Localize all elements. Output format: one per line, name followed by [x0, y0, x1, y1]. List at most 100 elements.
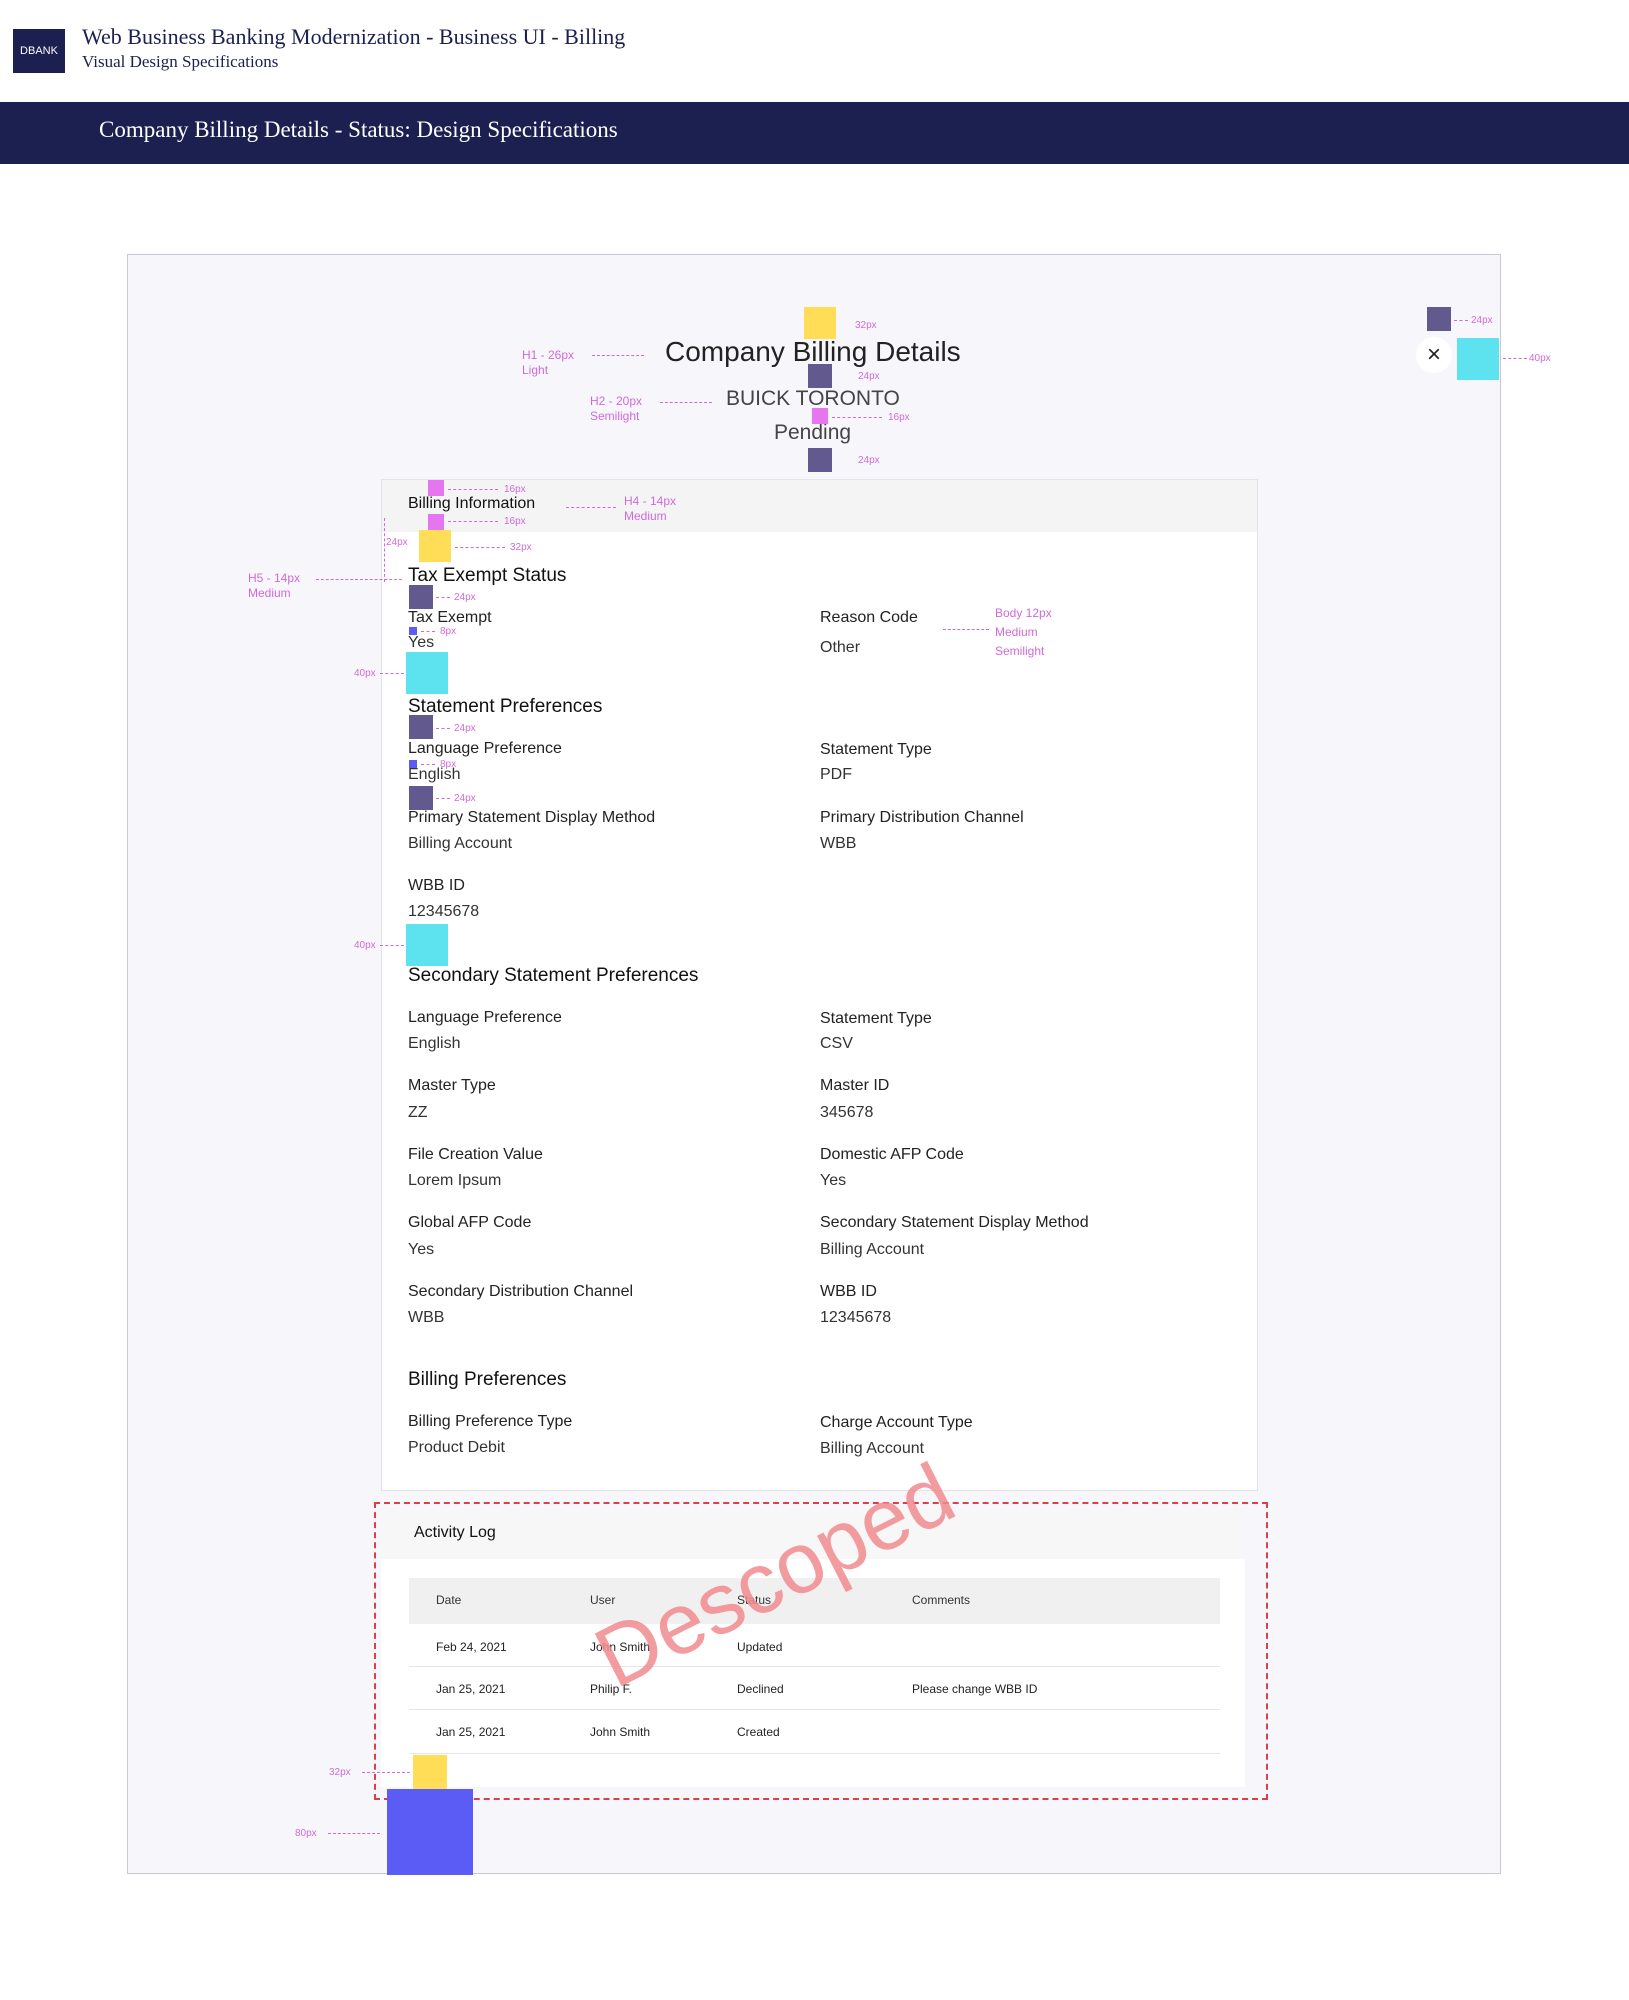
field-label: Domestic AFP Code	[820, 1146, 964, 1163]
spec-leader-line	[436, 728, 450, 729]
body-spec-annotation: Body 12px Medium Semilight	[995, 606, 1052, 659]
spacing-annotation: 32px	[329, 1767, 351, 1778]
spacer-24-block	[808, 448, 832, 472]
spec-leader-line	[421, 764, 435, 765]
field-value: Yes	[408, 1241, 435, 1258]
statement-preferences-heading: Statement Preferences	[408, 696, 603, 717]
field-label: Language Preference	[408, 1009, 562, 1026]
field-label: Charge Account Type	[820, 1414, 973, 1431]
document-subtitle: Visual Design Specifications	[82, 52, 279, 71]
spec-leader-line	[328, 1833, 380, 1834]
spec-leader-line	[421, 631, 435, 632]
field-value: CSV	[820, 1035, 853, 1052]
spacing-annotation: 8px	[440, 626, 457, 637]
spacing-annotation: 32px	[855, 320, 877, 331]
spacer-32-block	[413, 1755, 447, 1789]
field-label: Global AFP Code	[408, 1214, 532, 1231]
field-label: Billing Preference Type	[408, 1413, 573, 1430]
field-label: Secondary Statement Display Method	[820, 1214, 1089, 1231]
spec-leader-line	[316, 579, 402, 580]
spec-leader-line	[1503, 358, 1527, 359]
spec-leader-line	[448, 521, 498, 522]
spacer-40-block	[406, 924, 448, 966]
spacing-annotation: 24px	[454, 793, 476, 804]
tax-exempt-label: Tax Exempt	[408, 609, 492, 626]
spacing-annotation: 24px	[858, 455, 880, 466]
billing-preferences-heading: Billing Preferences	[408, 1369, 567, 1390]
field-value: 12345678	[820, 1309, 892, 1326]
close-button[interactable]: ×	[1416, 337, 1452, 373]
spacing-annotation: 8px	[440, 759, 457, 770]
field-value: Billing Account	[820, 1241, 925, 1258]
section-banner-title: Company Billing Details - Status: Design…	[99, 117, 618, 142]
spacer-32-block	[419, 530, 451, 562]
status-text: Pending	[774, 421, 852, 444]
spec-leader-line	[362, 1772, 410, 1773]
spacing-annotation: 16px	[888, 412, 910, 423]
spec-leader-line	[592, 355, 644, 356]
spec-leader-line	[436, 597, 450, 598]
spacing-annotation: 24px	[386, 537, 408, 548]
field-value: WBB	[820, 835, 857, 852]
h1-spec-annotation: H1 - 26px Light	[522, 348, 575, 377]
spacing-annotation: 24px	[1471, 315, 1493, 326]
spec-leader-line	[455, 547, 505, 548]
spec-leader-line	[436, 798, 450, 799]
spacing-annotation: 40px	[354, 940, 376, 951]
close-icon: ×	[1426, 341, 1441, 368]
spacer-8-block	[409, 627, 417, 635]
field-label: Secondary Distribution Channel	[408, 1283, 634, 1300]
h5-spec-annotation: H5 - 14px Medium	[248, 571, 301, 600]
spacer-8-block	[409, 760, 417, 768]
spacing-annotation: 80px	[295, 1828, 317, 1839]
spacer-24-block	[808, 364, 832, 388]
spacer-40-block	[1457, 338, 1499, 380]
spacer-24-block	[409, 786, 433, 810]
field-value: 345678	[820, 1104, 874, 1121]
spacer-16-block	[812, 408, 828, 424]
spacing-annotation: 40px	[354, 668, 376, 679]
field-label: Statement Type	[820, 1010, 932, 1027]
spec-leader-line	[660, 402, 712, 403]
field-label: File Creation Value	[408, 1146, 543, 1163]
spec-leader-line	[1454, 320, 1468, 321]
spacing-annotation: 16px	[504, 516, 526, 527]
field-label: WBB ID	[408, 877, 465, 894]
spacer-24-block	[409, 715, 433, 739]
spacing-annotation: 24px	[454, 592, 476, 603]
field-label: Primary Statement Display Method	[408, 809, 656, 826]
tax-exempt-status-heading: Tax Exempt Status	[408, 565, 567, 586]
spacing-annotation: 16px	[504, 484, 526, 495]
document-title: Web Business Banking Modernization - Bus…	[82, 24, 626, 49]
spacer-16-block	[428, 480, 444, 496]
spacer-32-block	[804, 307, 836, 339]
field-label: Language Preference	[408, 740, 562, 757]
field-label: Primary Distribution Channel	[820, 809, 1024, 826]
spec-leader-line	[380, 673, 404, 674]
field-label: Master ID	[820, 1077, 890, 1094]
h2-spec-annotation: H2 - 20px Semilight	[590, 394, 643, 423]
field-value: English	[408, 1035, 461, 1052]
reason-code-label: Reason Code	[820, 609, 918, 626]
billing-information-heading: Billing Information	[408, 495, 536, 512]
field-label: Statement Type	[820, 741, 932, 758]
field-value: 12345678	[408, 903, 480, 920]
spec-leader-line	[832, 417, 882, 418]
reason-code-value: Other	[820, 639, 861, 656]
spec-leader-line	[943, 629, 989, 630]
field-value: WBB	[408, 1309, 445, 1326]
field-value: PDF	[820, 766, 852, 783]
spacer-24-block	[1427, 307, 1451, 331]
spacing-annotation: 24px	[858, 371, 880, 382]
tax-exempt-value: Yes	[408, 634, 435, 651]
field-label: WBB ID	[820, 1283, 877, 1300]
spacer-40-block	[406, 652, 448, 694]
field-value: Product Debit	[408, 1439, 505, 1456]
spacer-16-block	[428, 514, 444, 530]
spec-leader-line	[448, 489, 498, 490]
secondary-statement-preferences-heading: Secondary Statement Preferences	[408, 965, 699, 986]
spec-leader-line	[566, 507, 616, 508]
spacing-annotation: 32px	[510, 542, 532, 553]
spacing-annotation: 40px	[1529, 353, 1551, 364]
field-value: ZZ	[408, 1104, 428, 1121]
